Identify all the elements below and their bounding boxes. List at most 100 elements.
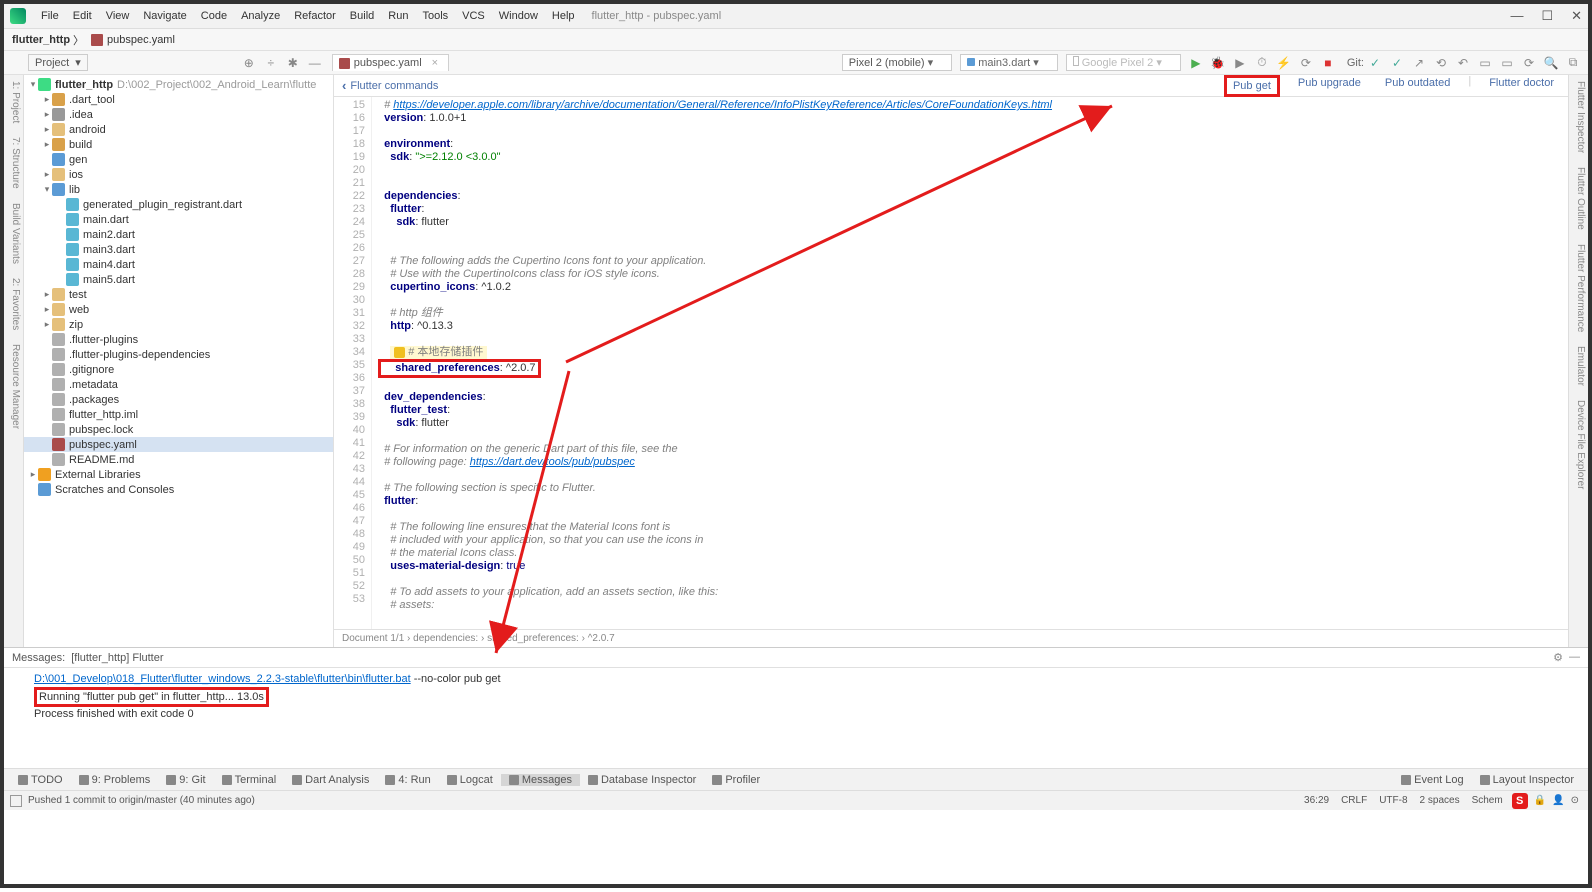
tree-item[interactable]: ▸build [24,137,333,152]
status-icon[interactable] [10,795,22,807]
bottom-tab-terminal[interactable]: Terminal [214,774,285,786]
breadcrumb-root[interactable]: flutter_http [12,34,70,46]
tree-item[interactable]: main3.dart [24,242,333,257]
rail-item[interactable]: Device File Explorer [1575,400,1586,489]
tree-item[interactable]: flutter_http.iml [24,407,333,422]
profile-icon[interactable]: ⏱ [1254,55,1270,71]
vcs-update-icon[interactable]: ✓ [1367,55,1383,71]
tree-item[interactable]: README.md [24,452,333,467]
rail-item[interactable]: 2: Favorites [10,278,21,330]
rail-item[interactable]: Build Variants [10,203,21,264]
tree-root[interactable]: ▾flutter_httpD:\002_Project\002_Android_… [24,77,333,92]
flutter-cmd-pub-outdated[interactable]: Pub outdated [1379,75,1456,97]
menu-view[interactable]: View [99,10,137,22]
run-config-selector[interactable]: main3.dart ▾ [960,54,1058,71]
rail-item[interactable]: Flutter Performance [1575,244,1586,332]
vcs-history-icon[interactable]: ⟲ [1433,55,1449,71]
device-selector-2[interactable]: Google Pixel 2 ▾ [1066,54,1181,71]
run-icon[interactable]: ▶ [1188,55,1204,71]
breadcrumb-file[interactable]: pubspec.yaml [107,34,175,46]
rail-item[interactable]: Flutter Outline [1575,167,1586,230]
flutter-cmd-pub-get[interactable]: Pub get [1224,75,1280,97]
tree-item[interactable]: gen [24,152,333,167]
maximize-icon[interactable]: ☐ [1541,8,1553,24]
menu-file[interactable]: File [34,10,66,22]
bottom-tab-database-inspector[interactable]: Database Inspector [580,774,704,786]
flutter-cmd-flutter-doctor[interactable]: Flutter doctor [1483,75,1560,97]
rail-item[interactable]: Emulator [1575,346,1586,386]
bottom-tab-9--git[interactable]: 9: Git [158,774,213,786]
close-icon[interactable]: ✕ [1571,8,1582,24]
lock-icon[interactable]: 🔒 [1534,795,1546,806]
hide-icon[interactable]: — [307,55,323,71]
menu-navigate[interactable]: Navigate [136,10,193,22]
schema[interactable]: Schem [1472,795,1503,806]
debug-icon[interactable]: 🐞 [1210,55,1226,71]
sdk-icon[interactable]: ▭ [1499,55,1515,71]
coverage-icon[interactable]: ▶ [1232,55,1248,71]
code-editor[interactable]: 1516171819202122232425262728293031323334… [334,97,1568,629]
menu-refactor[interactable]: Refactor [287,10,343,22]
menu-help[interactable]: Help [545,10,582,22]
rail-item[interactable]: Resource Manager [10,344,21,429]
chevron-left-icon[interactable]: ‹ [342,78,346,93]
bottom-tab-9--problems[interactable]: 9: Problems [71,774,159,786]
tree-item[interactable]: ▸ios [24,167,333,182]
editor-tab[interactable]: pubspec.yaml× [332,54,449,71]
hot-reload-icon[interactable]: ⚡ [1276,55,1292,71]
run-anything-icon[interactable]: ⧉ [1565,55,1581,71]
settings-icon[interactable]: ⚙ [1553,651,1563,664]
bottom-tab-logcat[interactable]: Logcat [439,774,501,786]
ime-icon[interactable]: S [1512,793,1528,809]
bottom-tab-layout-inspector[interactable]: Layout Inspector [1472,774,1582,786]
tree-item[interactable]: ▾lib [24,182,333,197]
rail-item[interactable]: Flutter Inspector [1575,81,1586,153]
stop-icon[interactable]: ■ [1320,55,1336,71]
menu-run[interactable]: Run [381,10,415,22]
tree-item[interactable]: ▸.idea [24,107,333,122]
rail-item[interactable]: 1: Project [10,81,21,123]
bottom-tab-profiler[interactable]: Profiler [704,774,768,786]
tree-item[interactable]: generated_plugin_registrant.dart [24,197,333,212]
menu-analyze[interactable]: Analyze [234,10,287,22]
tree-item[interactable]: ▸.dart_tool [24,92,333,107]
user-icon[interactable]: 👤 [1552,795,1564,806]
bottom-tab-event-log[interactable]: Event Log [1393,774,1472,786]
tree-item[interactable]: ▸web [24,302,333,317]
menu-build[interactable]: Build [343,10,381,22]
menu-vcs[interactable]: VCS [455,10,492,22]
minimize-icon[interactable]: — [1510,8,1523,24]
tree-scratches[interactable]: Scratches and Consoles [24,482,333,497]
target-icon[interactable]: ⊕ [241,55,257,71]
rail-item[interactable]: 7: Structure [10,137,21,189]
bottom-tab-dart-analysis[interactable]: Dart Analysis [284,774,377,786]
flutter-cmd-pub-upgrade[interactable]: Pub upgrade [1292,75,1367,97]
tree-item[interactable]: .packages [24,392,333,407]
menu-window[interactable]: Window [492,10,545,22]
menu-edit[interactable]: Edit [66,10,99,22]
tree-item[interactable]: main5.dart [24,272,333,287]
tree-item[interactable]: main.dart [24,212,333,227]
device-selector[interactable]: Pixel 2 (mobile) ▾ [842,54,952,71]
vcs-rollback-icon[interactable]: ↶ [1455,55,1471,71]
messages-tab[interactable]: [flutter_http] Flutter [65,652,169,664]
notif-icon[interactable]: ⊙ [1571,795,1579,806]
vcs-push-icon[interactable]: ↗ [1411,55,1427,71]
tree-item[interactable]: ▸zip [24,317,333,332]
project-tree[interactable]: ▾flutter_httpD:\002_Project\002_Android_… [24,75,334,647]
encoding[interactable]: UTF-8 [1379,795,1407,806]
avd-icon[interactable]: ▭ [1477,55,1493,71]
hide-icon[interactable]: — [1569,651,1580,664]
tree-item[interactable]: .flutter-plugins [24,332,333,347]
tree-item[interactable]: pubspec.lock [24,422,333,437]
tree-item[interactable]: .flutter-plugins-dependencies [24,347,333,362]
menu-code[interactable]: Code [194,10,234,22]
tree-item[interactable]: main2.dart [24,227,333,242]
bottom-tab-todo[interactable]: TODO [10,774,71,786]
line-ending[interactable]: CRLF [1341,795,1367,806]
bottom-tab-4--run[interactable]: 4: Run [377,774,438,786]
tree-item[interactable]: main4.dart [24,257,333,272]
tree-ext-libs[interactable]: ▸External Libraries [24,467,333,482]
settings-icon[interactable]: ✱ [285,55,301,71]
tree-item[interactable]: ▸test [24,287,333,302]
